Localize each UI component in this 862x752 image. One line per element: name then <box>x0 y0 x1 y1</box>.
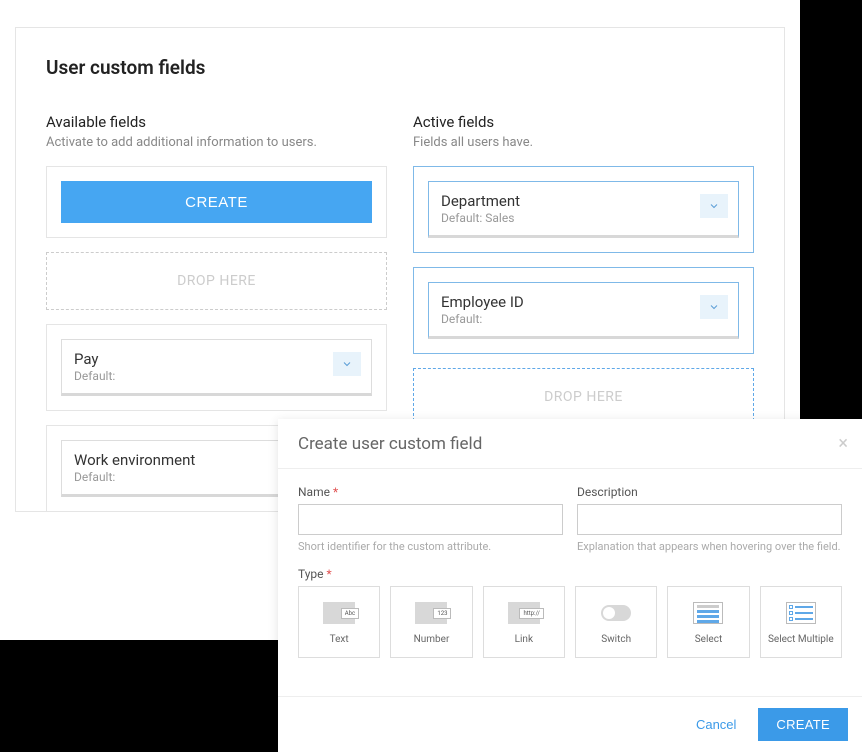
available-field-card[interactable]: Pay Default: <box>46 324 387 411</box>
description-group: Description Explanation that appears whe… <box>577 485 842 553</box>
type-text[interactable]: Abc Text <box>298 586 380 658</box>
active-field-card[interactable]: Employee ID Default: <box>413 267 754 354</box>
modal-footer: Cancel CREATE <box>278 696 862 752</box>
chevron-down-icon[interactable] <box>333 352 361 376</box>
available-subtitle: Activate to add additional information t… <box>46 135 387 150</box>
name-label: Name * <box>298 485 563 499</box>
field-default: Default: <box>441 312 726 326</box>
type-options: Abc Text 123 Number http:// Link Switch … <box>298 586 842 658</box>
active-field-card[interactable]: Department Default: Sales <box>413 166 754 253</box>
available-drop-zone[interactable]: DROP HERE <box>46 252 387 310</box>
select-multiple-icon <box>780 599 822 627</box>
active-title: Active fields <box>413 113 754 131</box>
type-select[interactable]: Select <box>667 586 749 658</box>
description-input[interactable] <box>577 504 842 535</box>
link-icon: http:// <box>503 599 545 627</box>
select-icon <box>687 599 729 627</box>
description-hint: Explanation that appears when hovering o… <box>577 540 842 553</box>
type-label: Type * <box>298 567 842 581</box>
type-link[interactable]: http:// Link <box>483 586 565 658</box>
name-group: Name * Short identifier for the custom a… <box>298 485 563 553</box>
field-name: Pay <box>74 350 359 368</box>
field-employee-id[interactable]: Employee ID Default: <box>428 282 739 339</box>
active-drop-zone[interactable]: DROP HERE <box>413 368 754 426</box>
text-icon: Abc <box>318 599 360 627</box>
type-switch[interactable]: Switch <box>575 586 657 658</box>
field-pay[interactable]: Pay Default: <box>61 339 372 396</box>
field-name: Employee ID <box>441 293 726 311</box>
name-hint: Short identifier for the custom attribut… <box>298 540 563 553</box>
create-field-modal: Create user custom field × Name * Short … <box>278 419 862 752</box>
modal-header: Create user custom field × <box>278 419 862 469</box>
field-default: Default: <box>74 369 359 383</box>
create-button[interactable]: CREATE <box>61 181 372 223</box>
available-title: Available fields <box>46 113 387 131</box>
number-icon: 123 <box>410 599 452 627</box>
cancel-button[interactable]: Cancel <box>684 709 748 740</box>
chevron-down-icon[interactable] <box>700 194 728 218</box>
modal-body: Name * Short identifier for the custom a… <box>278 469 862 696</box>
field-default: Default: Sales <box>441 211 726 225</box>
active-subtitle: Fields all users have. <box>413 135 754 150</box>
name-input[interactable] <box>298 504 563 535</box>
submit-button[interactable]: CREATE <box>758 708 848 741</box>
available-panel-create: CREATE <box>46 166 387 238</box>
page-title: User custom fields <box>46 56 754 79</box>
type-number[interactable]: 123 Number <box>390 586 472 658</box>
field-department[interactable]: Department Default: Sales <box>428 181 739 238</box>
type-select-multiple[interactable]: Select Multiple <box>760 586 842 658</box>
description-label: Description <box>577 485 842 499</box>
modal-title: Create user custom field <box>298 434 842 454</box>
chevron-down-icon[interactable] <box>700 295 728 319</box>
switch-icon <box>595 599 637 627</box>
close-icon[interactable]: × <box>838 433 848 454</box>
field-name: Department <box>441 192 726 210</box>
